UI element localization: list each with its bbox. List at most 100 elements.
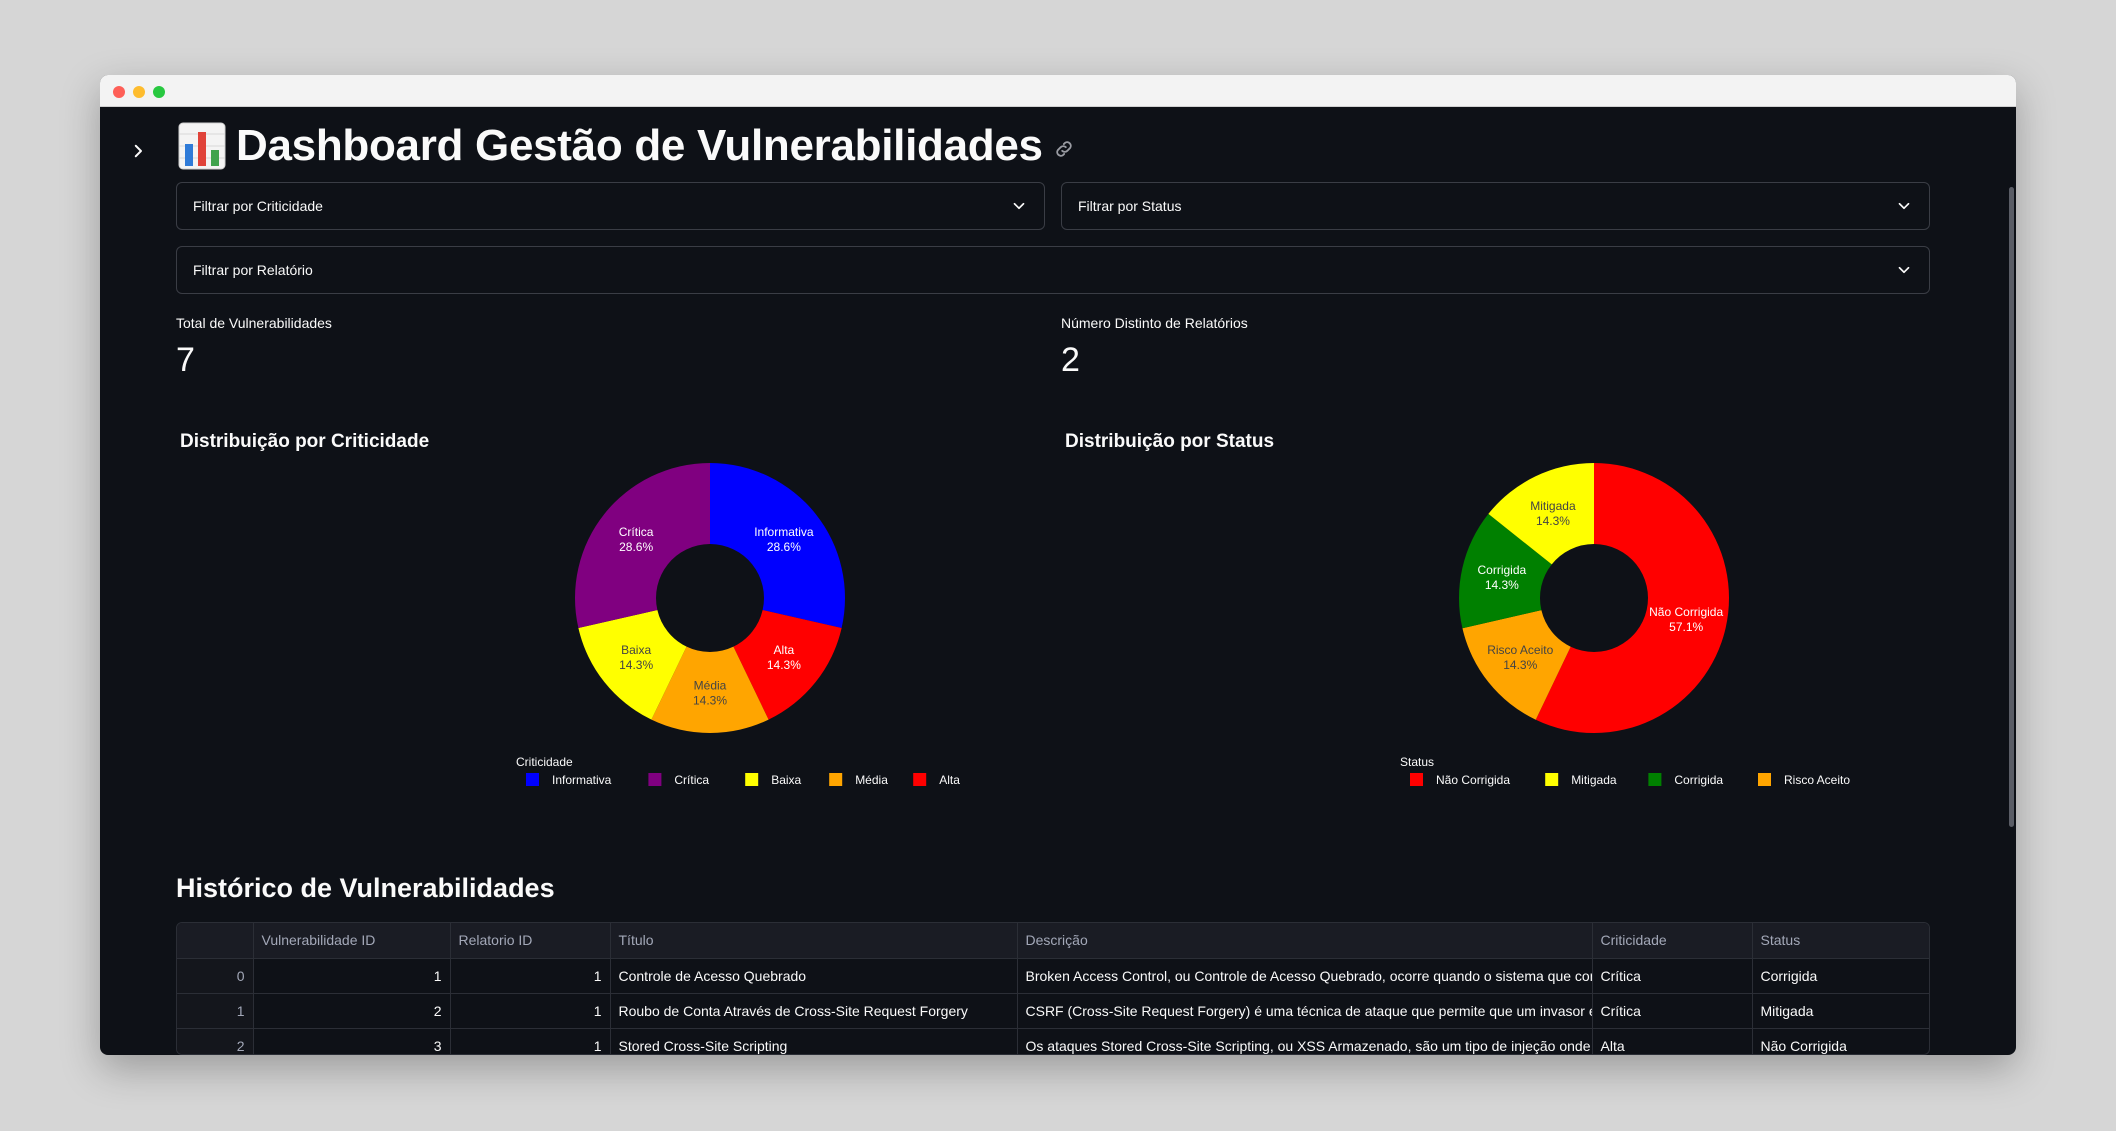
table-row[interactable]: 1 2 1 Roubo de Conta Através de Cross-Si… bbox=[177, 993, 1929, 1029]
column-header-criticidade[interactable]: Criticidade bbox=[1592, 923, 1753, 959]
filter-criticidade-select[interactable]: Filtrar por Criticidade bbox=[176, 182, 1045, 230]
legend-label-alta[interactable]: Alta bbox=[939, 773, 960, 787]
vulnerabilidade-id-cell[interactable]: 2 bbox=[253, 993, 451, 1029]
legend-swatch-media[interactable] bbox=[829, 773, 843, 786]
metric-label: Total de Vulnerabilidades bbox=[176, 315, 332, 331]
row-index-cell: 2 bbox=[177, 1028, 254, 1054]
row-index-cell: 1 bbox=[177, 993, 254, 1029]
legend-swatch-critica[interactable] bbox=[648, 773, 662, 786]
criticidade-cell[interactable]: Crítica bbox=[1592, 993, 1753, 1029]
legend-label-nao-corrigida[interactable]: Não Corrigida bbox=[1436, 773, 1510, 787]
legend-label-informativa[interactable]: Informativa bbox=[552, 773, 612, 787]
relatorio-id-cell[interactable]: 1 bbox=[450, 1028, 611, 1054]
legend-swatch-corrigida[interactable] bbox=[1648, 773, 1662, 786]
descricao-cell[interactable]: Broken Access Control, ou Controle de Ac… bbox=[1017, 958, 1593, 994]
legend-swatch-nao-corrigida[interactable] bbox=[1410, 773, 1423, 786]
column-header-status[interactable]: Status bbox=[1752, 923, 1929, 959]
slice-label: Corrigida bbox=[1477, 563, 1526, 577]
chevron-down-icon bbox=[1013, 202, 1025, 210]
legend-label-baixa[interactable]: Baixa bbox=[771, 773, 801, 787]
relatorio-id-cell[interactable]: 1 bbox=[450, 958, 611, 994]
legend-swatch-risco-aceito[interactable] bbox=[1758, 773, 1771, 786]
close-window-button[interactable] bbox=[113, 86, 125, 98]
column-header-descricao[interactable]: Descrição bbox=[1017, 923, 1593, 959]
titulo-cell[interactable]: Controle de Acesso Quebrado bbox=[610, 958, 1018, 994]
table-row[interactable]: 0 1 1 Controle de Acesso Quebrado Broken… bbox=[177, 958, 1929, 994]
slice-label: Informativa bbox=[754, 525, 814, 539]
slice-percent-label: 28.6% bbox=[767, 540, 801, 554]
page-title: Dashboard Gestão de Vulnerabilidades bbox=[176, 113, 1075, 179]
column-header-index[interactable] bbox=[177, 923, 254, 959]
metric-label: Número Distinto de Relatórios bbox=[1061, 315, 1248, 331]
column-header-titulo[interactable]: Título bbox=[610, 923, 1018, 959]
maximize-window-button[interactable] bbox=[153, 86, 165, 98]
status-cell[interactable]: Não Corrigida bbox=[1752, 1028, 1929, 1054]
chevron-down-icon bbox=[1898, 266, 1910, 274]
slice-percent-label: 14.3% bbox=[1536, 514, 1570, 528]
titulo-cell[interactable]: Roubo de Conta Através de Cross-Site Req… bbox=[610, 993, 1018, 1029]
slice-percent-label: 14.3% bbox=[619, 658, 653, 672]
filter-relatorio-placeholder: Filtrar por Relatório bbox=[193, 262, 313, 278]
slice-percent-label: 14.3% bbox=[693, 694, 727, 708]
filter-status-select[interactable]: Filtrar por Status bbox=[1061, 182, 1930, 230]
page-scrollbar[interactable] bbox=[2009, 187, 2014, 827]
column-header-vulnerabilidade-id[interactable]: Vulnerabilidade ID bbox=[253, 923, 451, 959]
window-titlebar bbox=[100, 75, 2016, 107]
filter-relatorio-select[interactable]: Filtrar por Relatório bbox=[176, 246, 1930, 294]
legend-swatch-mitigada[interactable] bbox=[1545, 773, 1559, 786]
history-table[interactable]: Vulnerabilidade ID Relatorio ID Título D… bbox=[176, 922, 1930, 1055]
legend-label-risco-aceito[interactable]: Risco Aceito bbox=[1784, 773, 1850, 787]
sidebar-toggle-button[interactable] bbox=[124, 137, 152, 165]
titulo-cell[interactable]: Stored Cross-Site Scripting bbox=[610, 1028, 1018, 1054]
slice-percent-label: 28.6% bbox=[619, 540, 653, 554]
metric-value: 2 bbox=[1061, 341, 1080, 379]
slice-percent-label: 14.3% bbox=[767, 658, 801, 672]
slice-label: Baixa bbox=[621, 643, 651, 657]
metric-relatorios-distintos: Número Distinto de Relatórios 2 bbox=[1061, 315, 1248, 380]
slice-label: Crítica bbox=[619, 525, 654, 539]
legend-label-corrigida[interactable]: Corrigida bbox=[1674, 773, 1723, 787]
criticidade-donut-chart: Informativa28.6%Alta14.3%Média14.3%Baixa… bbox=[516, 463, 960, 787]
page-title-text: Dashboard Gestão de Vulnerabilidades bbox=[236, 121, 1043, 170]
table-row[interactable]: 2 3 1 Stored Cross-Site Scripting Os ata… bbox=[177, 1028, 1929, 1054]
filter-status-placeholder: Filtrar por Status bbox=[1078, 198, 1182, 214]
minimize-window-button[interactable] bbox=[133, 86, 145, 98]
chevron-right-icon bbox=[134, 144, 142, 158]
chart-criticidade-title: Distribuição por Criticidade bbox=[180, 431, 430, 452]
chevron-down-icon bbox=[1898, 202, 1910, 210]
metric-value: 7 bbox=[176, 341, 195, 379]
link-icon[interactable] bbox=[1053, 138, 1075, 160]
row-index-cell: 0 bbox=[177, 958, 254, 994]
status-cell[interactable]: Corrigida bbox=[1752, 958, 1929, 994]
vulnerabilidade-id-cell[interactable]: 1 bbox=[253, 958, 451, 994]
descricao-cell[interactable]: CSRF (Cross-Site Request Forgery) é uma … bbox=[1017, 993, 1593, 1029]
slice-label: Média bbox=[694, 679, 727, 693]
criticidade-cell[interactable]: Crítica bbox=[1592, 958, 1753, 994]
slice-percent-label: 14.3% bbox=[1485, 578, 1519, 592]
slice-percent-label: 14.3% bbox=[1503, 658, 1537, 672]
vulnerabilidade-id-cell[interactable]: 3 bbox=[253, 1028, 451, 1054]
slice-label: Alta bbox=[774, 643, 795, 657]
descricao-cell[interactable]: Os ataques Stored Cross-Site Scripting, … bbox=[1017, 1028, 1593, 1054]
browser-window: Dashboard Gestão de Vulnerabilidades Fil… bbox=[100, 75, 2016, 1055]
status-donut-chart: Não Corrigida57.1%Risco Aceito14.3%Corri… bbox=[1400, 463, 1850, 787]
slice-percent-label: 57.1% bbox=[1669, 620, 1703, 634]
history-section-title: Histórico de Vulnerabilidades bbox=[176, 873, 555, 903]
metric-total-vulnerabilidades: Total de Vulnerabilidades 7 bbox=[176, 315, 332, 380]
criticidade-cell[interactable]: Alta bbox=[1592, 1028, 1753, 1054]
slice-label: Mitigada bbox=[1530, 499, 1576, 513]
filter-criticidade-placeholder: Filtrar por Criticidade bbox=[193, 198, 323, 214]
slice-label: Não Corrigida bbox=[1649, 605, 1723, 619]
legend-title: Criticidade bbox=[516, 755, 573, 769]
legend-title: Status bbox=[1400, 755, 1434, 769]
legend-label-mitigada[interactable]: Mitigada bbox=[1571, 773, 1617, 787]
chart-status-title: Distribuição por Status bbox=[1065, 431, 1275, 452]
status-cell[interactable]: Mitigada bbox=[1752, 993, 1929, 1029]
legend-swatch-informativa[interactable] bbox=[526, 773, 539, 786]
legend-label-media[interactable]: Média bbox=[855, 773, 888, 787]
column-header-relatorio-id[interactable]: Relatorio ID bbox=[450, 923, 611, 959]
legend-swatch-baixa[interactable] bbox=[745, 773, 759, 786]
legend-label-critica[interactable]: Crítica bbox=[674, 773, 709, 787]
relatorio-id-cell[interactable]: 1 bbox=[450, 993, 611, 1029]
legend-swatch-alta[interactable] bbox=[913, 773, 927, 786]
